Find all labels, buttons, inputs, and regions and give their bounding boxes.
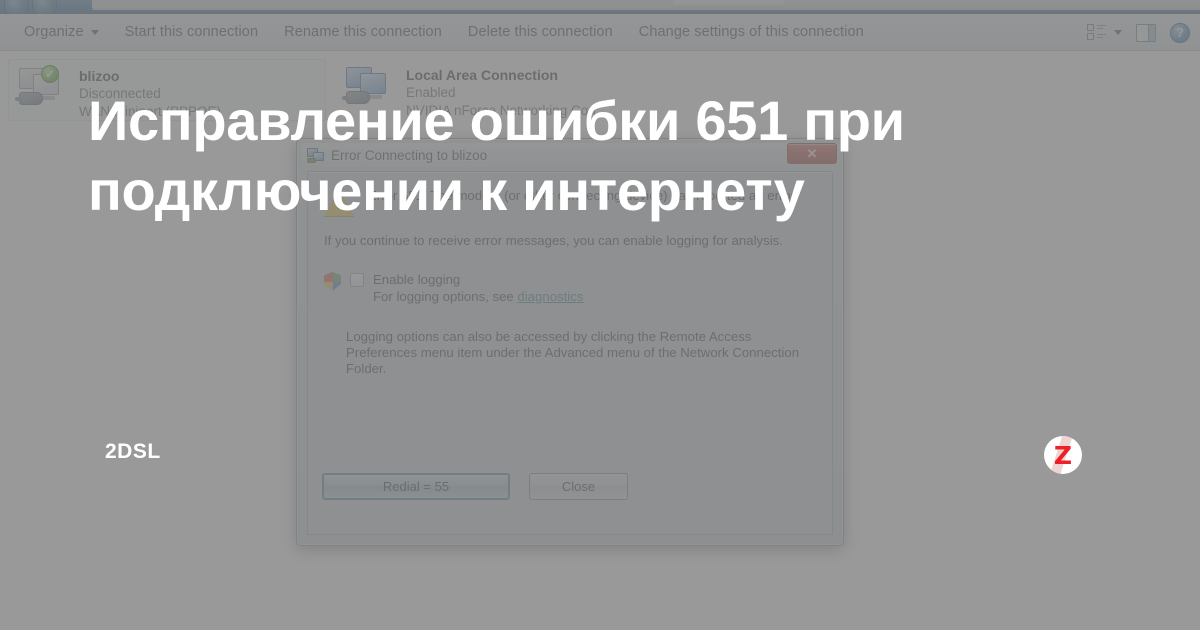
page-title-line-2: подключении к интернету (88, 159, 805, 222)
site-brand-label: 2DSL (105, 440, 161, 463)
zen-logo-icon[interactable]: Z (1044, 436, 1082, 474)
page-title-line-1: Исправление ошибки 651 при (88, 89, 905, 152)
page-title: Исправление ошибки 651 при подключении к… (88, 86, 1088, 226)
zen-logo-letter: Z (1053, 440, 1073, 470)
